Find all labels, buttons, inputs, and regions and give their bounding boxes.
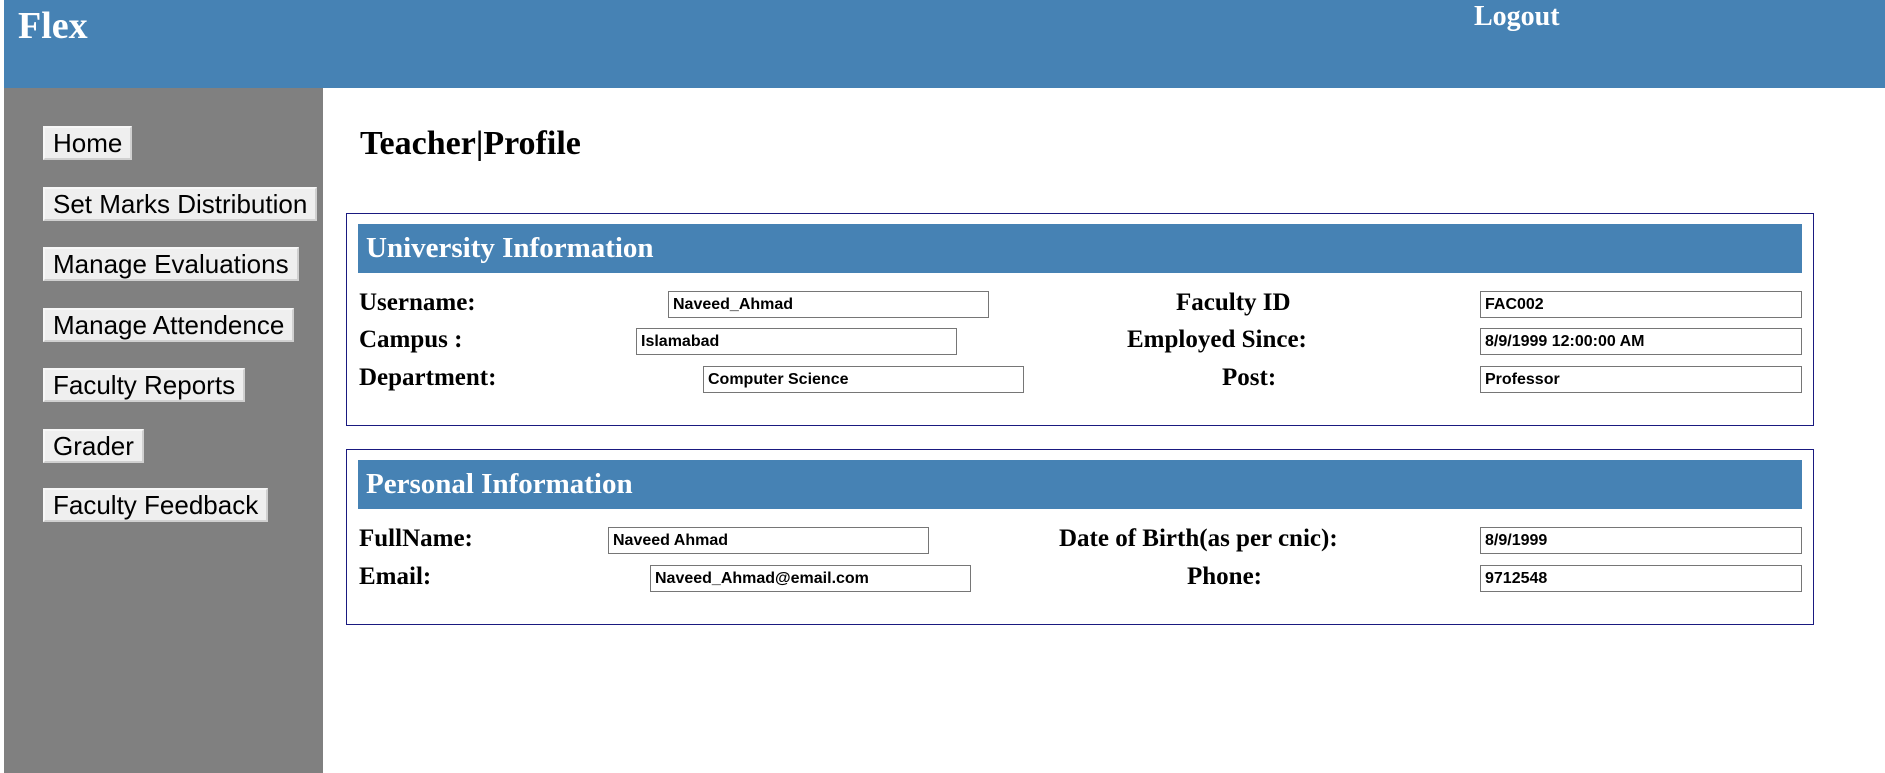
employed-since-field[interactable] bbox=[1480, 328, 1802, 355]
fullname-label: FullName: bbox=[359, 525, 473, 552]
sidebar-item-manage-attendence[interactable]: Manage Attendence bbox=[43, 308, 295, 342]
faculty-id-field[interactable] bbox=[1480, 291, 1802, 318]
dob-field[interactable] bbox=[1480, 527, 1802, 554]
post-label: Post: bbox=[1222, 364, 1277, 391]
university-info-heading: University Information bbox=[358, 224, 1802, 273]
personal-info-panel: Personal Information FullName: Email: Da… bbox=[346, 449, 1814, 625]
sidebar-item-faculty-feedback[interactable]: Faculty Feedback bbox=[43, 488, 269, 522]
logout-link[interactable]: Logout bbox=[1474, 0, 1560, 34]
email-label: Email: bbox=[359, 563, 432, 590]
department-field[interactable] bbox=[703, 366, 1024, 393]
top-header: Flex Logout bbox=[4, 0, 1885, 88]
sidebar-item-faculty-reports[interactable]: Faculty Reports bbox=[43, 368, 246, 402]
brand-title: Flex bbox=[18, 5, 88, 47]
sidebar-item-grader[interactable]: Grader bbox=[43, 429, 144, 463]
faculty-id-label: Faculty ID bbox=[1176, 289, 1291, 316]
fullname-field[interactable] bbox=[608, 527, 929, 554]
username-label: Username: bbox=[359, 289, 476, 316]
username-field[interactable] bbox=[668, 291, 989, 318]
personal-info-heading: Personal Information bbox=[358, 460, 1802, 509]
sidebar-item-home[interactable]: Home bbox=[43, 126, 133, 160]
sidebar: Home Set Marks Distribution Manage Evalu… bbox=[4, 88, 323, 773]
dob-label: Date of Birth(as per cnic): bbox=[1059, 525, 1338, 552]
page-title: Teacher|Profile bbox=[360, 125, 581, 162]
phone-field[interactable] bbox=[1480, 565, 1802, 592]
post-field[interactable] bbox=[1480, 366, 1802, 393]
university-info-panel: University Information Username: Campus … bbox=[346, 213, 1814, 426]
page: Flex Logout Home Set Marks Distribution … bbox=[0, 0, 1885, 773]
email-field[interactable] bbox=[650, 565, 971, 592]
campus-field[interactable] bbox=[636, 328, 957, 355]
campus-label: Campus : bbox=[359, 326, 463, 353]
phone-label: Phone: bbox=[1187, 563, 1262, 590]
employed-since-label: Employed Since: bbox=[1127, 326, 1307, 353]
sidebar-item-set-marks-distribution[interactable]: Set Marks Distribution bbox=[43, 187, 318, 221]
main-content: Teacher|Profile University Information U… bbox=[323, 88, 1885, 773]
sidebar-item-manage-evaluations[interactable]: Manage Evaluations bbox=[43, 247, 299, 281]
department-label: Department: bbox=[359, 364, 497, 391]
